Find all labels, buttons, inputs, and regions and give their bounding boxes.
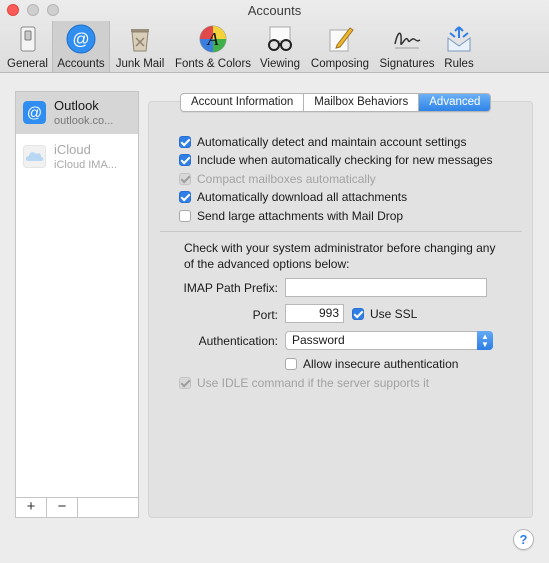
fonts-colors-icon: A — [199, 25, 227, 53]
signature-icon — [394, 32, 421, 49]
account-type: iCloud IMA... — [54, 159, 117, 171]
pencil-icon — [329, 27, 354, 52]
switch-icon — [20, 26, 35, 52]
remove-account-button[interactable]: − — [47, 498, 78, 517]
toolbar-composing[interactable]: Composing — [305, 21, 375, 72]
checkbox[interactable] — [285, 358, 297, 370]
svg-text:A: A — [207, 29, 220, 49]
toolbar-fonts-colors[interactable]: A Fonts & Colors — [170, 21, 256, 72]
port-label: Port: — [252, 308, 278, 322]
checkbox — [179, 377, 191, 389]
authentication-select[interactable]: Password ▲ ▼ — [285, 331, 493, 350]
at-sign-icon: @ — [66, 24, 96, 54]
tab-advanced[interactable]: Advanced — [419, 94, 491, 111]
toolbar-signatures[interactable]: Signatures — [376, 21, 438, 72]
account-type: outlook.co... — [54, 115, 114, 127]
select-arrows-icon: ▲ ▼ — [477, 331, 493, 350]
trash-icon — [131, 29, 149, 52]
admin-note: Check with your system administrator bef… — [184, 241, 496, 271]
toolbar-general[interactable]: General — [4, 21, 51, 72]
account-row-icloud[interactable]: iCloud iCloud IMA... — [16, 136, 138, 178]
accounts-list-footer: + − — [15, 497, 139, 518]
account-name: Outlook — [54, 98, 99, 113]
rules-icon — [447, 26, 471, 52]
imap-prefix-label: IMAP Path Prefix: — [183, 281, 278, 295]
tab-account-information[interactable]: Account Information — [181, 94, 305, 111]
use-ssl-checkbox[interactable]: Use SSL — [352, 306, 417, 322]
toolbar-junk-mail[interactable]: Junk Mail — [112, 21, 168, 72]
toolbar: Accounts General @ Accounts Junk Mail A — [0, 0, 549, 73]
authentication-label: Authentication: — [198, 334, 278, 348]
add-account-button[interactable]: + — [16, 498, 47, 517]
imap-prefix-input[interactable] — [285, 278, 487, 297]
option-compact-mailboxes: Compact mailboxes automatically — [179, 171, 376, 187]
window-title: Accounts — [247, 3, 302, 18]
help-button[interactable]: ? — [513, 529, 534, 550]
account-name: iCloud — [54, 142, 91, 157]
option-download-attachments[interactable]: Automatically download all attachments — [179, 189, 407, 205]
port-input[interactable]: 993 — [285, 304, 344, 323]
checkbox[interactable] — [179, 191, 191, 203]
option-idle-command: Use IDLE command if the server supports … — [179, 375, 429, 391]
glasses-icon — [268, 26, 292, 51]
tab-bar: Account Information Mailbox Behaviors Ad… — [180, 93, 492, 112]
checkbox[interactable] — [179, 136, 191, 148]
checkbox — [179, 173, 191, 185]
toolbar-rules[interactable]: Rules — [440, 21, 478, 72]
checkbox[interactable] — [179, 210, 191, 222]
checkbox[interactable] — [352, 308, 364, 320]
option-auto-detect[interactable]: Automatically detect and maintain accoun… — [179, 134, 466, 150]
option-include-checking[interactable]: Include when automatically checking for … — [179, 152, 493, 168]
divider — [160, 231, 522, 232]
checkbox[interactable] — [179, 154, 191, 166]
svg-text:@: @ — [72, 30, 89, 49]
toolbar-accounts[interactable]: @ Accounts — [52, 21, 110, 72]
account-row-outlook[interactable]: @ Outlook outlook.co... — [16, 92, 138, 134]
tab-mailbox-behaviors[interactable]: Mailbox Behaviors — [304, 94, 420, 111]
svg-text:@: @ — [27, 105, 42, 122]
at-sign-icon: @ — [23, 101, 46, 124]
option-mail-drop[interactable]: Send large attachments with Mail Drop — [179, 208, 403, 224]
allow-insecure-checkbox[interactable]: Allow insecure authentication — [285, 356, 458, 372]
cloud-icon — [23, 145, 46, 168]
toolbar-viewing[interactable]: Viewing — [257, 21, 303, 72]
accounts-list: @ Outlook outlook.co... iCloud iCloud IM… — [15, 91, 139, 498]
